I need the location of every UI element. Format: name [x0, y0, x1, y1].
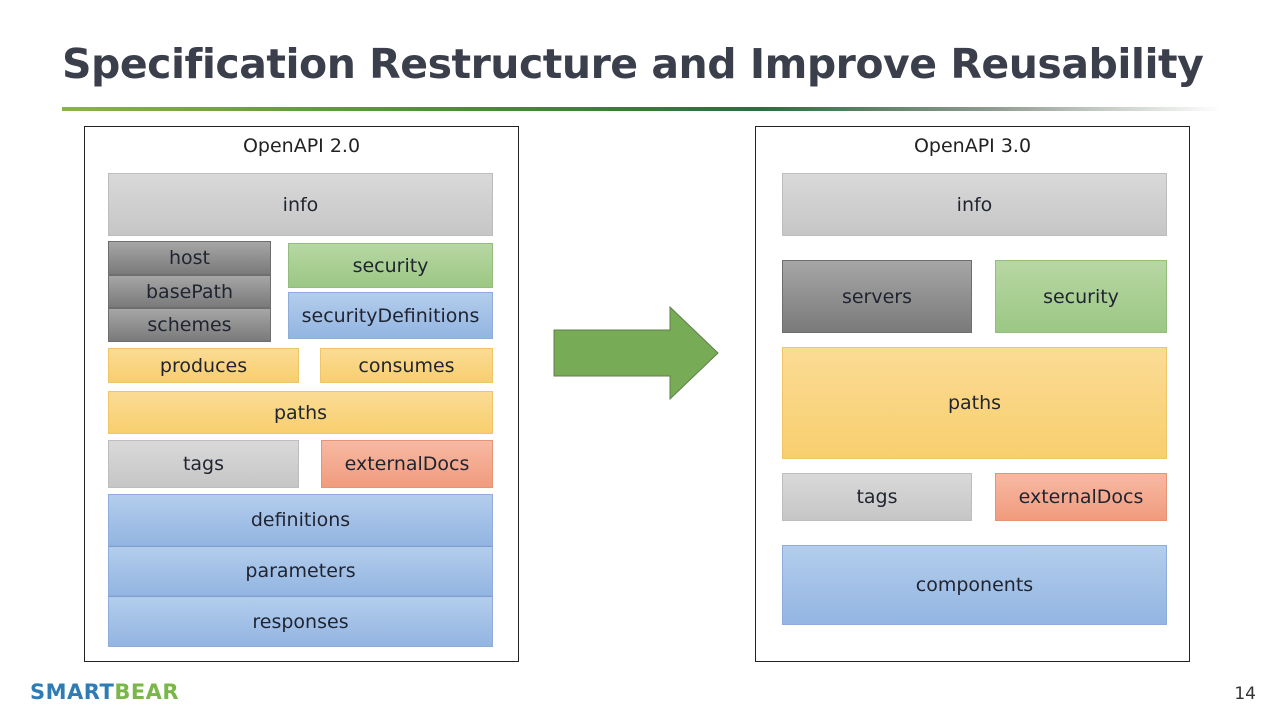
slide-title: Specification Restructure and Improve Re… — [62, 40, 1204, 88]
openapi-2-panel: OpenAPI 2.0 info host basePath schemes s… — [84, 126, 519, 662]
block-schemes: schemes — [108, 308, 271, 342]
block-host: host — [108, 241, 271, 275]
block-definitions: definitions — [108, 494, 493, 546]
openapi-3-title: OpenAPI 3.0 — [913, 135, 1032, 157]
block-security: security — [288, 243, 493, 288]
title-underline — [62, 107, 1222, 111]
block-components: components — [782, 545, 1167, 625]
block-info: info — [782, 173, 1167, 236]
openapi-2-title: OpenAPI 2.0 — [242, 135, 361, 157]
right-arrow-icon — [553, 306, 719, 401]
block-tags: tags — [108, 440, 299, 488]
block-security: security — [995, 260, 1167, 333]
logo-smart: SMART — [30, 680, 115, 704]
block-security-definitions: securityDefinitions — [288, 292, 493, 339]
block-produces: produces — [108, 348, 299, 383]
block-responses: responses — [108, 596, 493, 647]
block-servers: servers — [782, 260, 972, 333]
block-consumes: consumes — [320, 348, 493, 383]
smartbear-logo: SMARTBEAR — [30, 680, 179, 704]
page-number: 14 — [1234, 684, 1256, 704]
block-parameters: parameters — [108, 546, 493, 596]
block-info: info — [108, 173, 493, 236]
logo-bear: BEAR — [114, 680, 180, 704]
arrow-shape — [553, 306, 719, 401]
block-external-docs: externalDocs — [321, 440, 493, 488]
block-paths: paths — [782, 347, 1167, 459]
block-external-docs: externalDocs — [995, 473, 1167, 521]
block-basepath: basePath — [108, 275, 271, 308]
block-tags: tags — [782, 473, 972, 521]
block-paths: paths — [108, 391, 493, 434]
openapi-3-panel: OpenAPI 3.0 info servers security paths … — [755, 126, 1190, 662]
